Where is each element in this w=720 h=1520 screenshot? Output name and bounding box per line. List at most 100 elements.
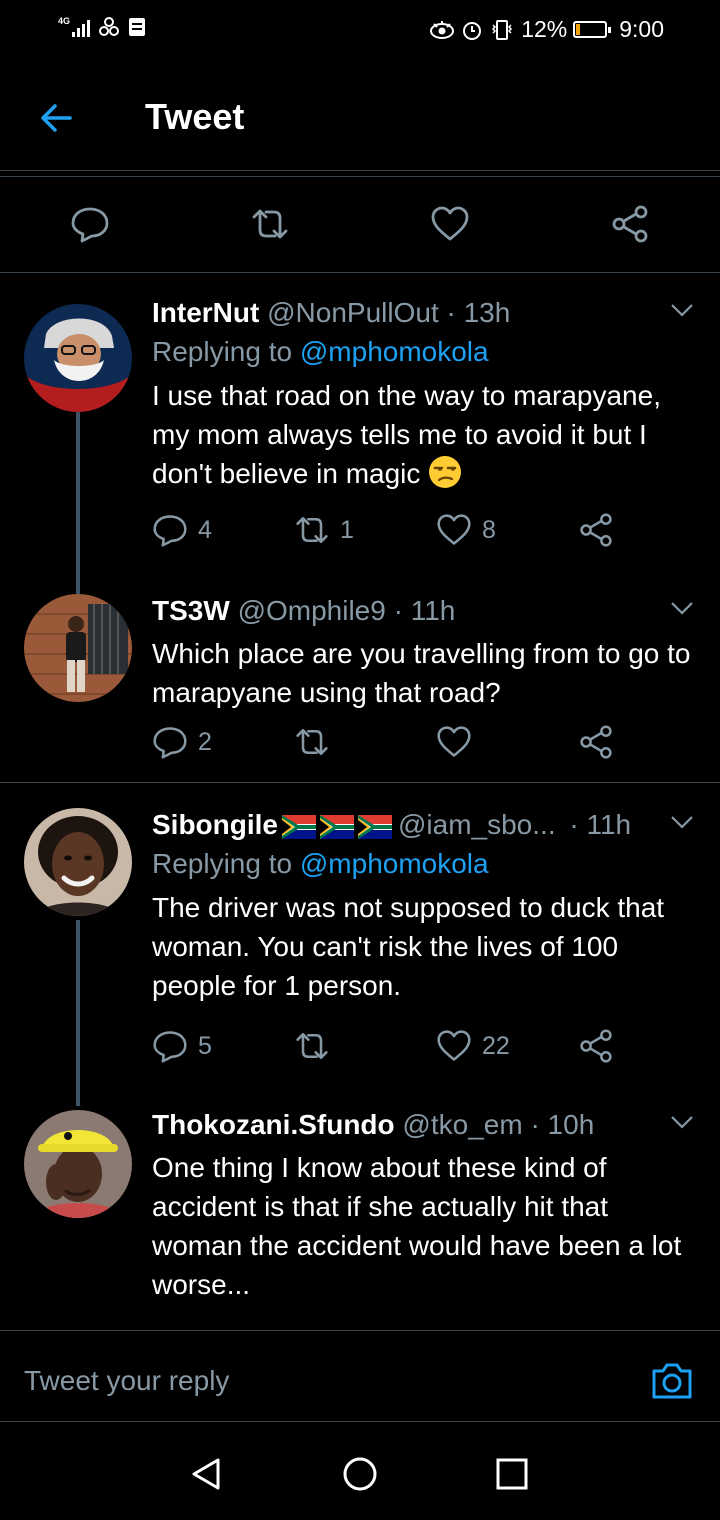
reply-count: 4 — [198, 515, 212, 544]
back-triangle-icon[interactable] — [188, 1456, 224, 1492]
author-name[interactable]: Thokozani.Sfundo — [152, 1109, 395, 1140]
share-icon[interactable] — [578, 724, 614, 760]
status-right-icons: 12% 9:00 — [429, 16, 664, 43]
retweet-icon[interactable] — [294, 1028, 330, 1064]
retweet-icon[interactable] — [294, 724, 330, 760]
like-icon[interactable] — [436, 512, 472, 548]
fan-icon — [99, 17, 120, 36]
like-action[interactable]: 22 — [436, 1028, 510, 1064]
notes-icon — [129, 18, 146, 36]
like-action[interactable] — [436, 724, 472, 760]
reply-input[interactable]: Tweet your reply — [24, 1365, 229, 1397]
author-handle[interactable]: @tko_em — [402, 1109, 522, 1140]
author-handle[interactable]: @NonPullOut — [267, 297, 439, 328]
reply-action[interactable]: 5 — [152, 1028, 212, 1064]
reply-count: 2 — [198, 727, 212, 756]
reply-action[interactable]: 2 — [152, 724, 212, 760]
arrow-left-icon[interactable] — [36, 98, 76, 138]
replying-to: Replying to @mphomokola — [152, 332, 696, 372]
alarm-icon — [463, 21, 482, 40]
camera-icon[interactable] — [650, 1361, 694, 1401]
share-action[interactable] — [578, 724, 614, 760]
flag-emojis — [282, 814, 392, 839]
south-africa-flag-icon — [358, 814, 392, 839]
status-bar: 4G 12% 9:00 — [0, 0, 720, 62]
thread-line — [76, 405, 80, 595]
reply-compose-bar: Tweet your reply — [0, 1330, 720, 1422]
share-action[interactable] — [578, 512, 614, 548]
avatar[interactable] — [24, 304, 132, 412]
tweet-meta: Sibongile @iam_sbo... · 11h — [152, 808, 696, 844]
vibrate-icon — [492, 19, 513, 40]
like-icon[interactable] — [430, 204, 470, 244]
tweet-meta: Thokozani.Sfundo @tko_em · 10h — [152, 1108, 696, 1144]
clock: 9:00 — [619, 16, 664, 42]
author-handle[interactable]: @Omphile9 — [238, 595, 386, 626]
share-icon[interactable] — [610, 204, 650, 244]
author-handle[interactable]: @iam_sbo... — [398, 809, 556, 840]
south-africa-flag-icon — [282, 814, 316, 839]
retweet-action[interactable]: 1 — [294, 512, 354, 548]
avatar[interactable] — [24, 1110, 132, 1218]
author-name[interactable]: InterNut — [152, 297, 259, 328]
thread-divider — [0, 782, 720, 783]
like-action[interactable]: 8 — [436, 512, 496, 548]
like-count: 8 — [482, 515, 496, 544]
status-left-icons: 4G — [58, 16, 146, 38]
tweet-time: · 13h — [446, 297, 511, 328]
tweet-meta: TS3W @Omphile9 · 11h — [152, 594, 696, 630]
tweet-actions: 4 1 8 — [152, 512, 632, 552]
battery-icon — [573, 21, 612, 38]
replying-to: Replying to @mphomokola — [152, 844, 696, 884]
home-circle-icon[interactable] — [342, 1456, 378, 1492]
author-name[interactable]: Sibongile — [152, 809, 278, 840]
avatar[interactable] — [24, 594, 132, 702]
chevron-down-icon[interactable] — [668, 594, 696, 622]
retweet-count: 1 — [340, 515, 354, 544]
like-icon[interactable] — [436, 1028, 472, 1064]
tweet-text-body: I use that road on the way to marapyane,… — [152, 380, 661, 489]
reply-icon[interactable] — [152, 724, 188, 760]
reply-icon[interactable] — [152, 512, 188, 548]
tweet-text: One thing I know about these kind of acc… — [152, 1152, 682, 1300]
retweet-action[interactable] — [294, 1028, 330, 1064]
chevron-down-icon[interactable] — [668, 296, 696, 324]
replying-handle[interactable]: @mphomokola — [300, 336, 489, 367]
share-icon[interactable] — [578, 1028, 614, 1064]
south-africa-flag-icon — [320, 814, 354, 839]
page-title: Tweet — [145, 96, 245, 137]
thread-line — [76, 920, 80, 1106]
reply-count: 5 — [198, 1031, 212, 1060]
replying-handle[interactable]: @mphomokola — [300, 848, 489, 879]
retweet-icon[interactable] — [294, 512, 330, 548]
retweet-icon[interactable] — [250, 204, 290, 244]
like-icon[interactable] — [436, 724, 472, 760]
tweet-text: Which place are you travelling from to g… — [152, 638, 691, 708]
tweet-time: · 10h — [530, 1109, 595, 1140]
share-action[interactable] — [578, 1028, 614, 1064]
share-icon[interactable] — [578, 512, 614, 548]
reply-icon[interactable] — [70, 204, 110, 244]
retweet-action[interactable] — [294, 724, 330, 760]
reply-icon[interactable] — [152, 1028, 188, 1064]
avatar[interactable] — [24, 808, 132, 916]
tweet-text: The driver was not supposed to duck that… — [152, 892, 665, 1001]
tweet-actions: 2 — [152, 724, 632, 764]
chevron-down-icon[interactable] — [668, 808, 696, 836]
reply-action[interactable]: 4 — [152, 512, 212, 548]
replying-prefix: Replying to — [152, 848, 293, 879]
tweet-time: · 11h — [569, 809, 632, 840]
author-name[interactable]: TS3W — [152, 595, 230, 626]
signal-icon: 4G — [58, 17, 91, 37]
actions-divider — [0, 272, 720, 273]
unamused-face-icon — [429, 456, 462, 488]
tweet-actions: 5 22 — [152, 1028, 632, 1068]
main-tweet-actions — [0, 176, 720, 272]
recents-square-icon[interactable] — [494, 1456, 530, 1492]
chevron-down-icon[interactable] — [668, 1108, 696, 1136]
battery-percent: 12% — [521, 16, 568, 42]
header-divider — [0, 170, 720, 171]
eye-icon — [430, 20, 455, 39]
app-header: Tweet — [0, 62, 720, 172]
tweet-text: I use that road on the way to marapyane,… — [152, 376, 696, 493]
